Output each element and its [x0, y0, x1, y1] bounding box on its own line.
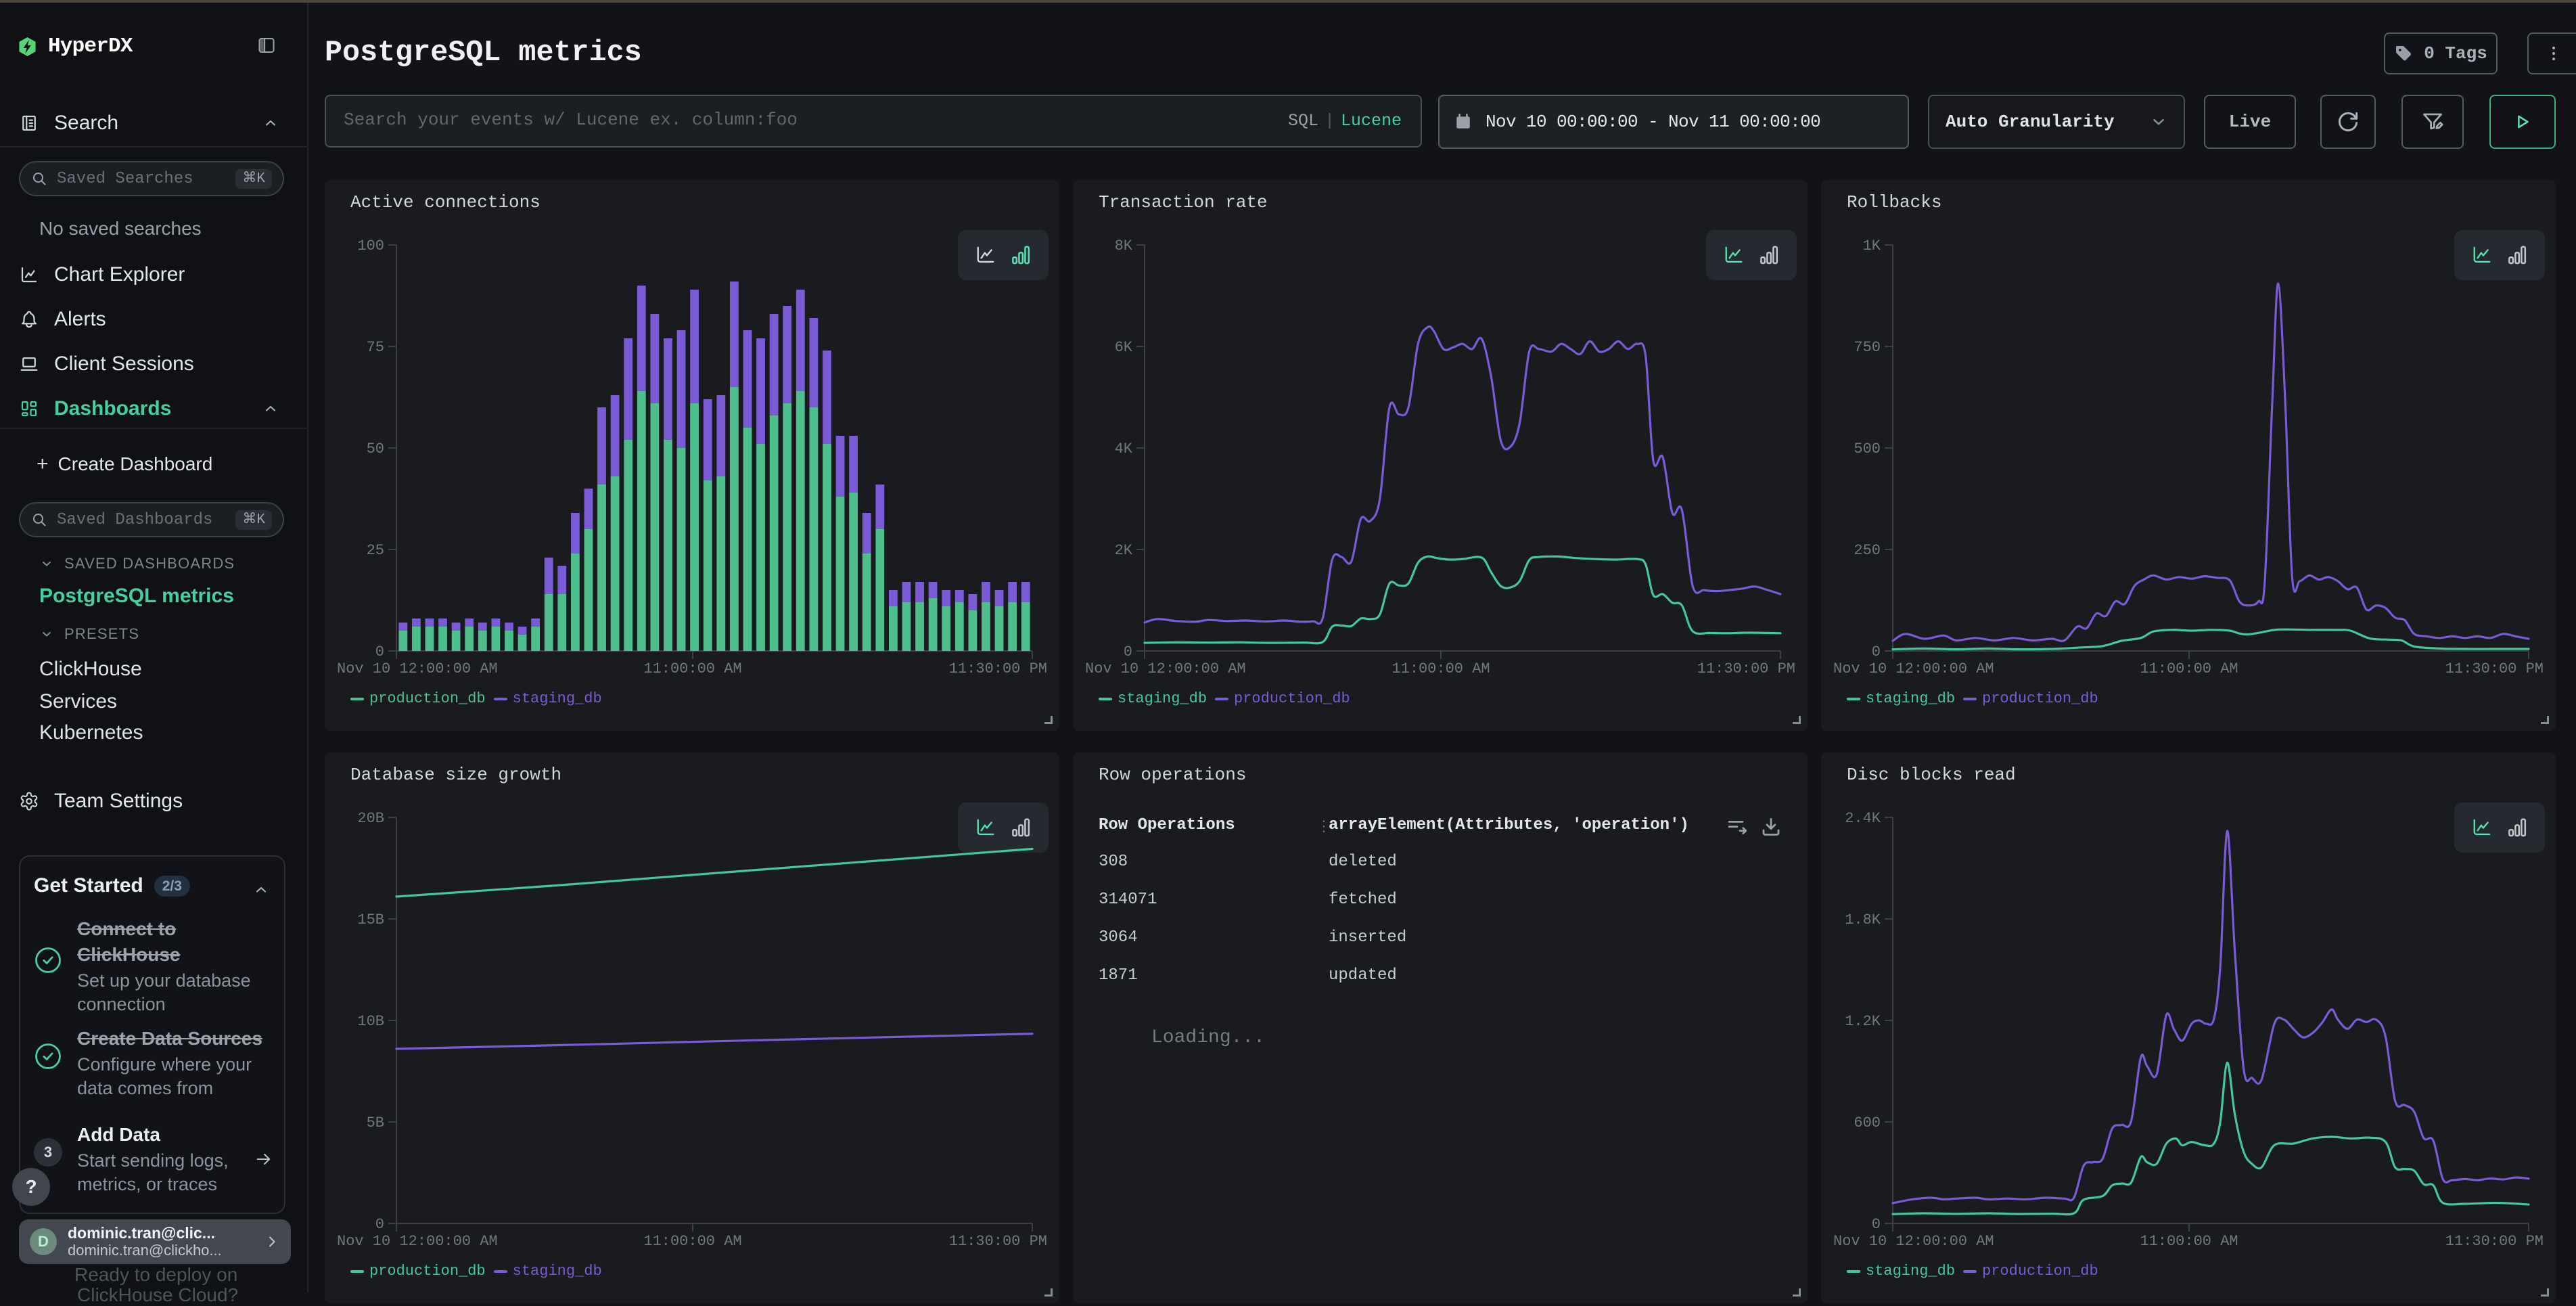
svg-text:10B: 10B	[357, 1013, 384, 1030]
svg-text:Nov 10 12:00:00 AM: Nov 10 12:00:00 AM	[1833, 1233, 1994, 1250]
svg-text:2.4K: 2.4K	[1845, 810, 1881, 827]
svg-text:1.2K: 1.2K	[1845, 1013, 1881, 1030]
svg-text:11:30:00 PM: 11:30:00 PM	[949, 1233, 1047, 1250]
svg-text:5B: 5B	[367, 1114, 384, 1131]
svg-text:50: 50	[367, 441, 384, 457]
svg-text:Nov 10 12:00:00 AM: Nov 10 12:00:00 AM	[1833, 660, 1994, 677]
svg-text:500: 500	[1854, 441, 1881, 457]
svg-text:750: 750	[1854, 339, 1881, 356]
svg-text:2K: 2K	[1115, 542, 1133, 559]
svg-text:6K: 6K	[1115, 339, 1133, 356]
svg-text:0: 0	[1872, 644, 1881, 660]
svg-text:11:00:00 AM: 11:00:00 AM	[643, 660, 741, 677]
svg-text:11:00:00 AM: 11:00:00 AM	[2140, 660, 2238, 677]
svg-text:11:00:00 AM: 11:00:00 AM	[2140, 1233, 2238, 1250]
svg-text:11:30:00 PM: 11:30:00 PM	[1697, 660, 1795, 677]
svg-text:Nov 10 12:00:00 AM: Nov 10 12:00:00 AM	[337, 1233, 498, 1250]
svg-text:15B: 15B	[357, 911, 384, 928]
svg-text:4K: 4K	[1115, 441, 1133, 457]
svg-text:1K: 1K	[1863, 238, 1881, 254]
svg-text:100: 100	[357, 238, 384, 254]
svg-text:600: 600	[1854, 1114, 1881, 1131]
svg-text:20B: 20B	[357, 810, 384, 827]
svg-text:250: 250	[1854, 542, 1881, 559]
svg-text:1.8K: 1.8K	[1845, 911, 1881, 928]
svg-text:11:30:00 PM: 11:30:00 PM	[949, 660, 1047, 677]
svg-text:25: 25	[367, 542, 384, 559]
svg-text:0: 0	[1124, 644, 1132, 660]
svg-text:75: 75	[367, 339, 384, 356]
svg-text:0: 0	[1872, 1216, 1881, 1233]
svg-text:Nov 10 12:00:00 AM: Nov 10 12:00:00 AM	[337, 660, 498, 677]
svg-text:11:00:00 AM: 11:00:00 AM	[643, 1233, 741, 1250]
svg-text:0: 0	[375, 644, 384, 660]
svg-text:Nov 10 12:00:00 AM: Nov 10 12:00:00 AM	[1085, 660, 1246, 677]
svg-text:0: 0	[375, 1216, 384, 1233]
svg-text:8K: 8K	[1115, 238, 1133, 254]
svg-text:11:00:00 AM: 11:00:00 AM	[1392, 660, 1490, 677]
svg-text:11:30:00 PM: 11:30:00 PM	[2445, 1233, 2544, 1250]
svg-text:11:30:00 PM: 11:30:00 PM	[2445, 660, 2544, 677]
